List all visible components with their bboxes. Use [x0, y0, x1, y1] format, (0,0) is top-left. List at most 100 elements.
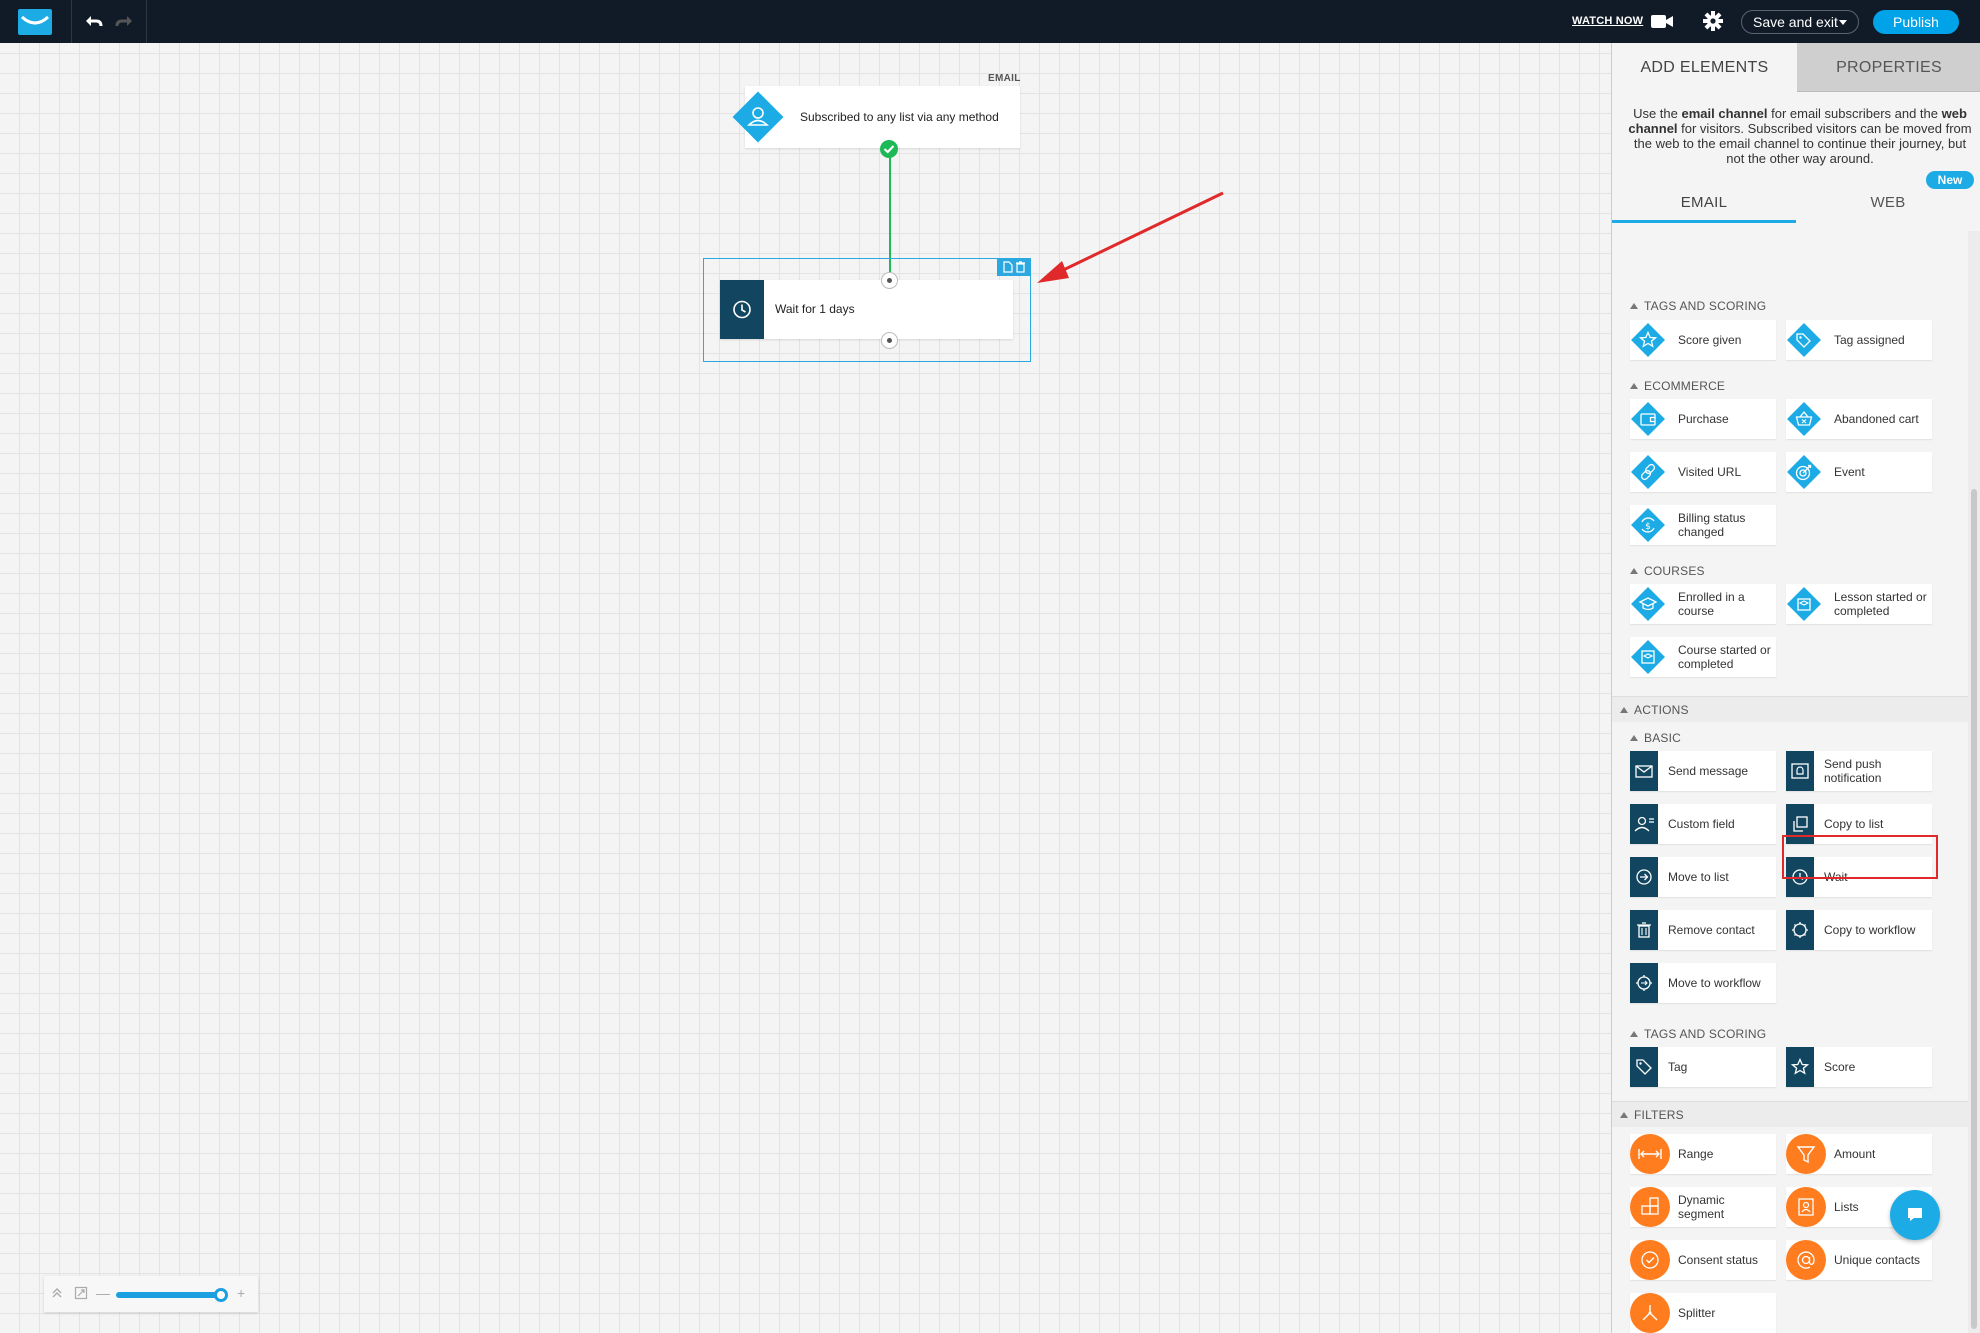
- intro-text: for email subscribers and the: [1767, 106, 1942, 121]
- redo-icon[interactable]: [113, 11, 135, 31]
- zoom-out-icon[interactable]: —: [96, 1285, 110, 1301]
- element-send-message[interactable]: Send message: [1630, 751, 1776, 791]
- section-filters[interactable]: FILTERS: [1612, 1101, 1968, 1127]
- section-courses[interactable]: COURSES: [1630, 564, 1705, 578]
- undo-icon[interactable]: [83, 11, 105, 31]
- elements-panel: ADD ELEMENTS PROPERTIES Use the email ch…: [1611, 43, 1980, 1333]
- intro-text: for visitors. Subscribed visitors can be…: [1633, 121, 1972, 166]
- section-tags-scoring[interactable]: TAGS AND SCORING: [1630, 299, 1766, 313]
- element-move-to-list[interactable]: Move to list: [1630, 857, 1776, 897]
- lesson-icon: [1784, 584, 1824, 624]
- toolbar-divider: [71, 0, 72, 43]
- section-ecommerce[interactable]: ECOMMERCE: [1630, 379, 1725, 393]
- element-amount[interactable]: Amount: [1786, 1134, 1932, 1174]
- element-consent-status[interactable]: Consent status: [1630, 1240, 1776, 1280]
- element-label: Billing status changed: [1678, 511, 1746, 539]
- segment-icon: [1630, 1187, 1670, 1227]
- section-basic[interactable]: BASIC: [1630, 731, 1681, 745]
- zoom-slider-handle[interactable]: [214, 1288, 228, 1302]
- getresponse-logo-icon[interactable]: [18, 9, 52, 35]
- tab-email-channel[interactable]: EMAIL: [1612, 183, 1796, 223]
- publish-button[interactable]: Publish: [1873, 10, 1959, 34]
- at-sign-icon: [1786, 1240, 1826, 1280]
- workflow-canvas[interactable]: [0, 43, 1611, 1333]
- chevron-down-icon: [1839, 20, 1847, 25]
- user-icon[interactable]: [728, 87, 788, 147]
- arrow-circle-icon: [1630, 857, 1658, 897]
- zoom-in-icon[interactable]: +: [237, 1285, 245, 1301]
- element-unique-contacts[interactable]: Unique contacts: [1786, 1240, 1932, 1280]
- wallet-icon: [1628, 399, 1668, 439]
- tag-icon: [1784, 320, 1824, 360]
- element-enrolled-in-course[interactable]: Enrolled in a course: [1630, 584, 1776, 624]
- element-abandoned-cart[interactable]: Abandoned cart: [1786, 399, 1932, 439]
- node-toolbar: [997, 258, 1031, 276]
- envelope-icon: [1630, 751, 1658, 791]
- save-and-exit-label: Save and exit: [1753, 14, 1838, 30]
- section-title: TAGS AND SCORING: [1644, 299, 1767, 313]
- output-port[interactable]: [881, 332, 898, 349]
- workflow-copy-icon: [1786, 910, 1814, 950]
- element-label: Dynamic segment: [1678, 1193, 1725, 1221]
- element-tag-assigned[interactable]: Tag assigned: [1786, 320, 1932, 360]
- element-label: Amount: [1834, 1147, 1876, 1161]
- element-remove-contact[interactable]: Remove contact: [1630, 910, 1776, 950]
- workflow-move-icon: [1630, 963, 1658, 1003]
- element-event[interactable]: Event: [1786, 452, 1932, 492]
- element-splitter[interactable]: Splitter: [1630, 1293, 1776, 1333]
- range-icon: [1630, 1134, 1670, 1174]
- element-copy-to-workflow[interactable]: Copy to workflow: [1786, 910, 1932, 950]
- element-send-push-notification[interactable]: Send push notification: [1786, 751, 1932, 791]
- element-dynamic-segment[interactable]: Dynamic segment: [1630, 1187, 1776, 1227]
- element-visited-url[interactable]: Visited URL: [1630, 452, 1776, 492]
- element-lesson-started-completed[interactable]: Lesson started or completed: [1786, 584, 1932, 624]
- check-icon: [879, 139, 899, 159]
- element-label: Custom field: [1668, 817, 1735, 831]
- zoom-slider[interactable]: [116, 1292, 222, 1298]
- element-label: Tag assigned: [1834, 333, 1905, 347]
- fit-to-screen-icon[interactable]: [74, 1286, 88, 1300]
- section-title: TAGS AND SCORING: [1644, 1027, 1767, 1041]
- element-range[interactable]: Range: [1630, 1134, 1776, 1174]
- consent-check-icon: [1630, 1240, 1670, 1280]
- save-and-exit-button[interactable]: Save and exit: [1741, 10, 1859, 34]
- trash-icon: [1630, 910, 1658, 950]
- scrollbar-thumb[interactable]: [1971, 489, 1977, 1329]
- intro-bold: email channel: [1681, 106, 1768, 121]
- trash-icon: [1016, 261, 1025, 273]
- gear-icon[interactable]: [1702, 10, 1724, 32]
- element-label: Range: [1678, 1147, 1714, 1161]
- section-title: BASIC: [1644, 731, 1682, 745]
- element-score-given[interactable]: Score given: [1630, 320, 1776, 360]
- element-label: Score given: [1678, 333, 1742, 347]
- input-port[interactable]: [881, 272, 898, 289]
- chat-bubble-icon[interactable]: [1890, 1190, 1940, 1240]
- element-course-started-completed[interactable]: Course started or completed: [1630, 637, 1776, 677]
- node-connector: [889, 157, 891, 272]
- tab-properties[interactable]: PROPERTIES: [1797, 43, 1980, 92]
- element-label: Visited URL: [1678, 465, 1742, 479]
- star-icon: [1786, 1047, 1814, 1087]
- element-label: Tag: [1668, 1060, 1688, 1074]
- red-arrow-annotation: [1035, 190, 1225, 290]
- tab-add-elements[interactable]: ADD ELEMENTS: [1612, 43, 1797, 92]
- watch-now-link[interactable]: WATCH NOW: [1572, 15, 1643, 27]
- element-purchase[interactable]: Purchase: [1630, 399, 1776, 439]
- element-move-to-workflow[interactable]: Move to workflow: [1630, 963, 1776, 1003]
- video-camera-icon[interactable]: [1651, 14, 1673, 29]
- clock-icon: [720, 280, 764, 339]
- highlight-box-annotation: [1782, 835, 1938, 879]
- element-label: Copy to workflow: [1824, 923, 1916, 937]
- tag-icon: [1630, 1047, 1658, 1087]
- element-custom-field[interactable]: Custom field: [1630, 804, 1776, 844]
- tab-web-channel[interactable]: WEB: [1796, 183, 1980, 223]
- section-action-tags-scoring[interactable]: TAGS AND SCORING: [1630, 1027, 1766, 1041]
- target-icon: [1784, 452, 1824, 492]
- element-billing-status-changed[interactable]: $ Billing status changed: [1630, 505, 1776, 545]
- element-score[interactable]: Score: [1786, 1047, 1932, 1087]
- element-label: Splitter: [1678, 1306, 1716, 1320]
- collapse-icon[interactable]: [50, 1286, 64, 1300]
- top-bar: WATCH NOW Save and exit Publish: [0, 0, 1980, 43]
- element-tag[interactable]: Tag: [1630, 1047, 1776, 1087]
- section-actions[interactable]: ACTIONS: [1612, 696, 1968, 722]
